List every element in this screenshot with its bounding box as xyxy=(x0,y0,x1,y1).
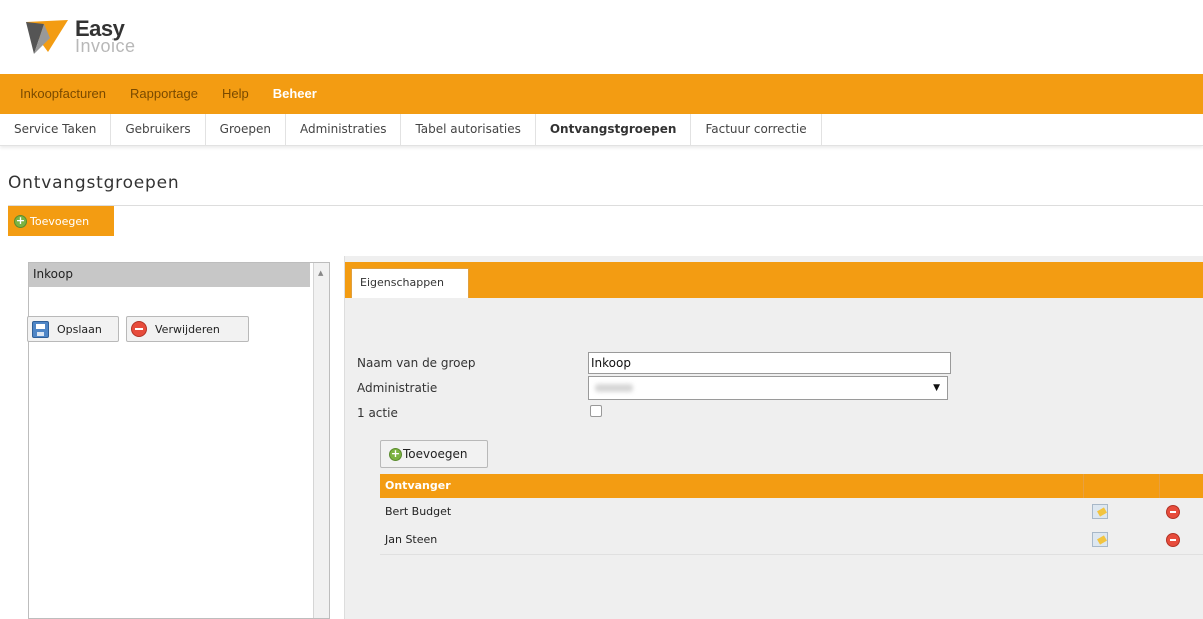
delete-icon[interactable] xyxy=(1166,505,1180,519)
recipients-table: Ontvanger Bert Budget Jan Steen xyxy=(380,474,1203,555)
delete-label: Verwijderen xyxy=(155,322,220,336)
easy-invoice-logo[interactable]: Easy Invoice xyxy=(22,12,182,62)
nav-item-rapportage[interactable]: Rapportage xyxy=(118,74,210,114)
recipient-name: Jan Steen xyxy=(385,533,438,546)
nav-item-inkoopfacturen[interactable]: Inkoopfacturen xyxy=(8,74,118,114)
title-divider xyxy=(8,205,1203,206)
column-header-ontvanger[interactable]: Ontvanger xyxy=(380,474,1084,498)
delete-cell xyxy=(1160,498,1203,526)
detail-panel: Eigenschappen xyxy=(344,256,1203,619)
table-header: Ontvanger xyxy=(380,474,1203,498)
plus-icon: + xyxy=(14,213,27,228)
tab-strip xyxy=(345,262,1203,298)
edit-cell xyxy=(1084,526,1160,554)
tab-factuur-correctie[interactable]: Factuur correctie xyxy=(691,114,822,146)
add-group-button[interactable]: + Toevoegen xyxy=(8,206,114,236)
save-label: Opslaan xyxy=(57,322,102,336)
administration-label: Administratie xyxy=(357,381,438,395)
tab-groepen[interactable]: Groepen xyxy=(206,114,286,146)
actie-label: 1 actie xyxy=(357,406,398,420)
tab-administraties[interactable]: Administraties xyxy=(286,114,402,146)
logo-mark-icon xyxy=(26,20,68,54)
table-body: Bert Budget Jan Steen xyxy=(380,498,1203,555)
table-row[interactable]: Jan Steen xyxy=(380,526,1203,554)
tab-ontvangstgroepen[interactable]: Ontvangstgroepen xyxy=(536,114,692,146)
recipient-name: Bert Budget xyxy=(385,505,452,518)
add-recipient-label: Toevoegen xyxy=(403,447,468,461)
column-header-edit xyxy=(1084,474,1160,498)
dropdown-arrow-icon: ▼ xyxy=(933,383,940,393)
delete-button[interactable]: Verwijderen xyxy=(126,316,249,342)
header: Easy Invoice xyxy=(0,0,1203,74)
delete-icon xyxy=(131,321,147,337)
delete-icon[interactable] xyxy=(1166,533,1180,547)
table-row[interactable]: Bert Budget xyxy=(380,498,1203,526)
column-header-delete xyxy=(1160,474,1203,498)
redacted-value xyxy=(595,384,633,392)
sub-nav: Service Taken Gebruikers Groepen Adminis… xyxy=(0,114,1203,146)
actie-checkbox[interactable] xyxy=(590,405,602,417)
administration-select[interactable]: ▼ xyxy=(588,376,948,400)
add-recipient-button[interactable]: + Toevoegen xyxy=(380,440,488,468)
scroll-up-arrow-icon[interactable]: ▲ xyxy=(318,269,323,277)
list-scrollbar[interactable]: ▲ xyxy=(313,263,329,618)
main-nav: Inkoopfacturen Rapportage Help Beheer xyxy=(0,74,1203,114)
list-item[interactable]: Inkoop xyxy=(29,263,310,287)
delete-cell xyxy=(1160,526,1203,554)
tab-service-taken[interactable]: Service Taken xyxy=(0,114,112,146)
edit-icon[interactable] xyxy=(1092,532,1108,547)
plus-icon: + xyxy=(389,446,402,461)
tab-tabel-autorisaties[interactable]: Tabel autorisaties xyxy=(401,114,536,146)
tab-gebruikers[interactable]: Gebruikers xyxy=(111,114,206,146)
floppy-disk-icon xyxy=(32,320,49,338)
add-group-label: Toevoegen xyxy=(30,214,90,228)
save-button[interactable]: Opslaan xyxy=(27,316,119,342)
group-name-label: Naam van de groep xyxy=(357,356,476,370)
logo-subtext: Invoice xyxy=(75,36,136,56)
tab-eigenschappen[interactable]: Eigenschappen xyxy=(351,268,469,298)
page-title: Ontvangstgroepen xyxy=(8,173,180,193)
group-name-input[interactable] xyxy=(588,352,951,374)
nav-item-help[interactable]: Help xyxy=(210,74,261,114)
edit-cell xyxy=(1084,498,1160,526)
nav-item-beheer[interactable]: Beheer xyxy=(261,74,329,114)
edit-icon[interactable] xyxy=(1092,504,1108,519)
